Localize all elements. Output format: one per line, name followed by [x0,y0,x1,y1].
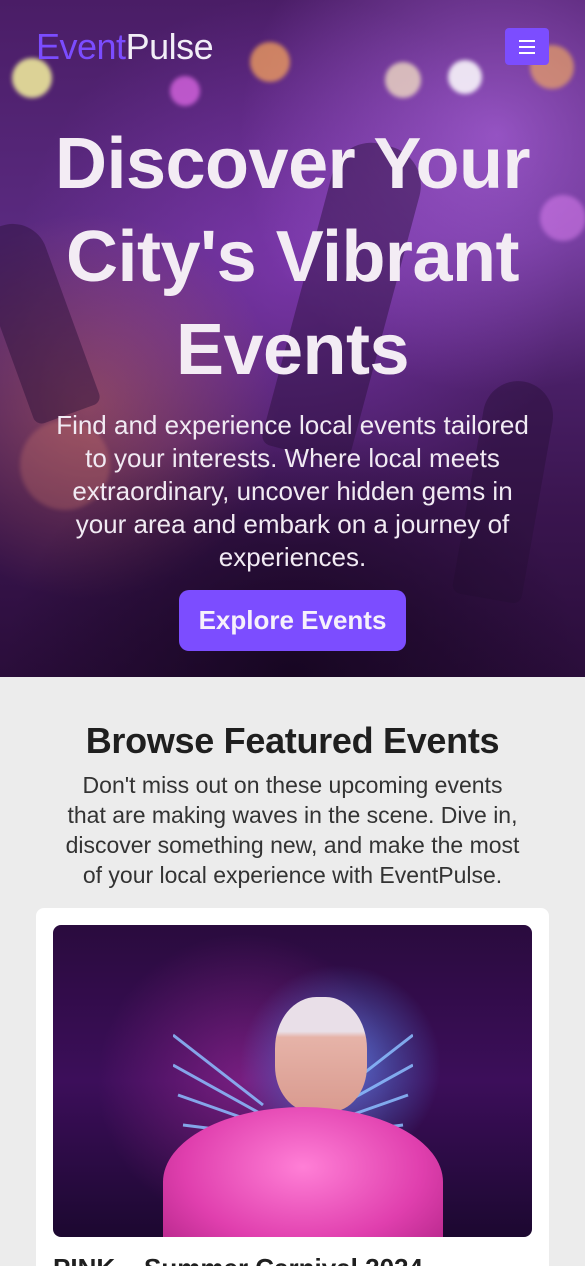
brand-logo-part1: Event [36,25,126,67]
hero-description-line: your area and embark on a journey of [75,509,510,539]
featured-description: Don't miss out on these upcoming events … [36,770,549,890]
hero-title: Discover Your City's Vibrant Events [20,118,565,397]
hero-description-line: to your interests. Where local meets [85,443,500,473]
stage-light [448,60,482,94]
explore-events-button[interactable]: Explore Events [178,590,407,651]
brand-logo[interactable]: EventPulse [36,25,214,68]
featured-title: Browse Featured Events [85,720,500,761]
hero-title-line: Events [175,310,410,390]
hero-content: Discover Your City's Vibrant Events Find… [20,118,565,651]
hamburger-menu-icon[interactable] [505,28,549,65]
event-card-title[interactable]: PINK – Summer Carnival 2024 [53,1253,532,1266]
hero-description: Find and experience local events tailore… [20,409,565,574]
featured-description-line: Don't miss out on these upcoming events [82,772,503,798]
hero-title-line: Discover Your [54,124,531,204]
hero-section: EventPulse Discover Your City's Vibrant … [0,0,585,677]
navbar: EventPulse [36,25,549,68]
hero-description-line: experiences. [218,542,367,572]
hero-title-line: City's Vibrant [66,217,519,297]
hero-description-line: extraordinary, uncover hidden gems in [72,476,513,506]
featured-description-line: of your local experience with EventPulse… [82,862,503,888]
stage-light [170,76,200,106]
event-card[interactable]: PINK – Summer Carnival 2024 [36,908,549,1266]
brand-logo-part2: Pulse [125,25,214,67]
stage-light [385,62,421,98]
featured-description-line: that are making waves in the scene. Dive… [67,802,518,828]
featured-description-line: discover something new, and make the mos… [65,832,520,858]
event-card-image[interactable] [53,925,532,1237]
featured-events-section: Browse Featured Events Don't miss out on… [0,677,585,1266]
hero-description-line: Find and experience local events tailore… [56,410,529,440]
performer-figure [275,997,367,1112]
